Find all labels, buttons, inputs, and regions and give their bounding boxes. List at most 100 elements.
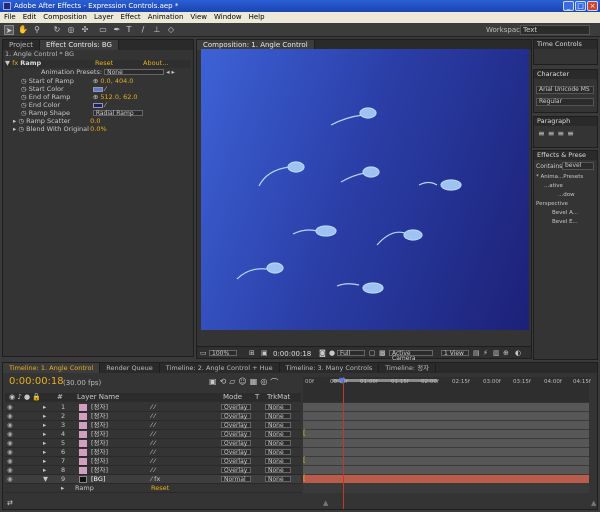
ramp-shape-select[interactable]: Radial Ramp <box>92 110 143 117</box>
tree-item[interactable]: ...dow <box>536 191 596 200</box>
trkmat-select[interactable]: None <box>265 440 291 447</box>
stopwatch-icon[interactable]: ◷ <box>21 77 27 85</box>
tree-item[interactable]: Perspective <box>536 200 596 209</box>
tab-render-queue[interactable]: Render Queue <box>100 363 160 373</box>
blend-with-original-value[interactable]: 0.0% <box>90 125 107 133</box>
stopwatch-icon[interactable]: ◷ <box>21 93 27 101</box>
comp-flowchart-icon[interactable]: ▣ <box>209 377 217 388</box>
eraser-tool-icon[interactable]: ◇ <box>166 25 176 35</box>
zoom-out-icon[interactable]: ▲ <box>323 499 328 507</box>
composition-canvas[interactable] <box>201 49 529 330</box>
effect-row-reset[interactable]: Reset <box>151 484 169 493</box>
blend-mode-select[interactable]: Overlay <box>221 449 251 456</box>
layer-row[interactable]: ◉ ▸ 4 [정자] ⁄ ⁄ Overlay None <box>5 430 301 439</box>
trkmat-select[interactable]: None <box>265 476 291 483</box>
transparency-grid-icon[interactable]: ▩ <box>379 349 386 357</box>
eye-icon[interactable]: ◉ <box>7 475 13 484</box>
stopwatch-icon[interactable]: ◷ <box>21 101 27 109</box>
camera-tool-icon[interactable]: ◎ <box>66 25 76 35</box>
tab-effects-presets[interactable]: Effects & Prese <box>534 151 597 160</box>
trkmat-select[interactable]: None <box>265 404 291 411</box>
layer-name[interactable]: [정자] <box>91 439 108 448</box>
font-family-select[interactable]: Arial Unicode MS <box>536 86 594 94</box>
eye-icon[interactable]: ◉ <box>7 466 13 475</box>
layer-track[interactable] <box>303 457 589 466</box>
layer-switches-icon[interactable]: ⁄ ⁄ <box>151 412 155 421</box>
tab-project[interactable]: Project <box>3 40 40 50</box>
layer-row[interactable]: ◉ ▸ 5 [정자] ⁄ ⁄ Overlay None <box>5 439 301 448</box>
expand-triangle-icon[interactable]: ▸ <box>61 484 64 493</box>
layer-name[interactable]: [정자] <box>91 430 108 439</box>
menu-composition[interactable]: Composition <box>43 12 87 23</box>
zoom-in-icon[interactable]: ▲ <box>591 499 596 507</box>
preset-nav-arrows-icon[interactable]: ◂ ▸ <box>166 68 175 76</box>
eye-icon[interactable]: ◉ <box>7 421 13 430</box>
layer-switches-icon[interactable]: ⁄ ⁄ <box>151 466 155 475</box>
safe-zones-icon[interactable]: ⊞ <box>249 349 255 357</box>
minimize-button[interactable]: _ <box>563 1 574 11</box>
layer-switches-icon[interactable]: ⁄ ⁄ <box>151 403 155 412</box>
expand-triangle-icon[interactable]: ▸ <box>43 412 46 421</box>
layer-switches-icon[interactable]: ⁄ ⁄ <box>151 421 155 430</box>
in-point-marker-icon[interactable]: [ <box>303 474 306 482</box>
layer-switches-icon[interactable]: ⁄ ⁄ <box>151 457 155 466</box>
layer-row[interactable]: ◉ ▸ 8 [정자] ⁄ ⁄ Overlay None <box>5 466 301 475</box>
layer-track[interactable] <box>303 421 589 430</box>
layer-name[interactable]: [BG] <box>91 475 105 484</box>
layer-name[interactable]: [정자] <box>91 466 108 475</box>
tab-timeline-angle-control[interactable]: Timeline: 1. Angle Control <box>3 363 101 373</box>
eyedropper-icon[interactable]: ⁄ <box>105 101 106 109</box>
tree-item[interactable]: Bevel E... <box>536 218 596 227</box>
exposure-icon[interactable]: ◐ <box>515 349 521 357</box>
menu-edit[interactable]: Edit <box>23 12 37 23</box>
tab-timeline-jeongja[interactable]: Timeline: 정자 <box>379 363 437 373</box>
fx-icon[interactable]: fx <box>12 59 18 67</box>
hide-shy-icon[interactable]: ☺ <box>238 377 246 388</box>
layer-row[interactable]: ◉ ▸ 6 [정자] ⁄ ⁄ Overlay None <box>5 448 301 457</box>
stopwatch-icon[interactable]: ◷ <box>18 125 24 133</box>
eye-icon[interactable]: ◉ <box>7 430 13 439</box>
layer-row[interactable]: ◉ ▸ 1 [정자] ⁄ ⁄ Overlay None <box>5 403 301 412</box>
expand-triangle-icon[interactable]: ▸ <box>43 448 46 457</box>
timeline-timecode[interactable]: 0:00:00:18 <box>9 376 64 387</box>
mask-tool-icon[interactable]: ▭ <box>98 25 108 35</box>
expand-triangle-icon[interactable]: ▸ <box>43 439 46 448</box>
tree-item[interactable]: Bevel A... <box>536 209 596 218</box>
live-update-icon[interactable]: ⟲ <box>220 377 227 388</box>
playhead-handle-icon[interactable]: ▼ <box>339 376 345 385</box>
expand-triangle-icon[interactable]: ▼ <box>5 59 10 67</box>
layer-switches-icon[interactable]: ⁄ ⁄ <box>151 430 155 439</box>
menu-layer[interactable]: Layer <box>94 12 114 23</box>
trkmat-select[interactable]: None <box>265 449 291 456</box>
blend-mode-select[interactable]: Overlay <box>221 458 251 465</box>
end-of-ramp-value[interactable]: 512.0, 62.0 <box>100 93 137 101</box>
brush-tool-icon[interactable]: / <box>138 25 148 35</box>
expand-triangle-icon[interactable]: ▸ <box>43 403 46 412</box>
col-layer-name[interactable]: Layer Name <box>77 393 119 402</box>
tab-timeline-many-controls[interactable]: Timeline: 3. Many Controls <box>280 363 380 373</box>
trkmat-select[interactable]: None <box>265 413 291 420</box>
snapshot-icon[interactable]: ◙ <box>319 349 326 357</box>
layer-row[interactable]: ◉ ▸ 3 [정자] ⁄ ⁄ Overlay None <box>5 421 301 430</box>
layer-name[interactable]: [정자] <box>91 457 108 466</box>
menu-animation[interactable]: Animation <box>148 12 184 23</box>
blend-mode-select[interactable]: Overlay <box>221 440 251 447</box>
fast-previews-icon[interactable]: ⚡ <box>483 349 488 357</box>
in-point-marker-icon[interactable]: [ <box>303 456 306 464</box>
animation-presets-select[interactable]: None <box>104 69 165 76</box>
layer-switches-icon[interactable]: ⁄ ⁄ <box>151 439 155 448</box>
stopwatch-icon[interactable]: ◷ <box>18 117 24 125</box>
menu-view[interactable]: View <box>190 12 207 23</box>
layer-track[interactable] <box>303 430 589 439</box>
clone-stamp-tool-icon[interactable]: ⊥ <box>152 25 162 35</box>
current-time-indicator[interactable] <box>343 377 344 509</box>
expand-triangle-icon[interactable]: ▸ <box>43 466 46 475</box>
layer-switches-icon[interactable]: ⁄ ⁄ <box>151 448 155 457</box>
eye-icon[interactable]: ◉ <box>7 403 13 412</box>
blend-mode-select[interactable]: Overlay <box>221 404 251 411</box>
pan-behind-tool-icon[interactable]: ✣ <box>80 25 90 35</box>
expand-triangle-icon[interactable]: ▸ <box>43 421 46 430</box>
tab-paragraph[interactable]: Paragraph <box>534 117 597 126</box>
end-color-swatch[interactable] <box>92 102 103 108</box>
eyedropper-icon[interactable]: ⁄ <box>105 85 106 93</box>
